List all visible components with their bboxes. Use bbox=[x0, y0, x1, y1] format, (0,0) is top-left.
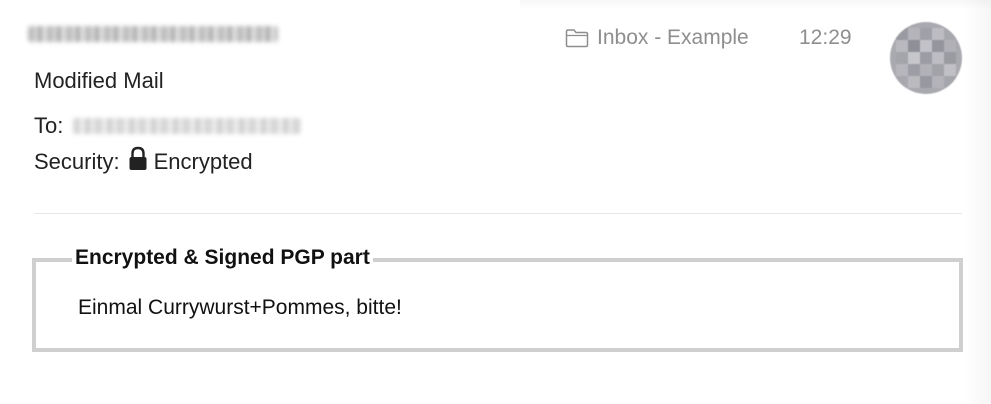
mailbox-name: Inbox - Example bbox=[597, 26, 749, 49]
toolbar-shadow bbox=[520, 0, 991, 10]
received-time: 12:29 bbox=[799, 26, 852, 49]
message-subject: Modified Mail bbox=[34, 68, 164, 93]
pgp-part-legend: Encrypted & Signed PGP part bbox=[72, 246, 373, 270]
to-row: To: bbox=[34, 113, 302, 139]
security-status: Encrypted bbox=[153, 149, 253, 174]
folder-icon bbox=[565, 28, 589, 48]
header-divider bbox=[34, 213, 962, 214]
sender-name-blurred bbox=[28, 26, 278, 42]
security-label: Security: bbox=[34, 149, 120, 174]
recipient-redacted[interactable] bbox=[73, 118, 302, 134]
pane-edge-shadow bbox=[963, 0, 991, 404]
mailbox-indicator[interactable]: Inbox - Example bbox=[565, 26, 749, 50]
avatar[interactable] bbox=[890, 22, 962, 94]
pgp-part-frame: Encrypted & Signed PGP part Einmal Curry… bbox=[32, 246, 963, 352]
lock-icon bbox=[128, 146, 148, 172]
to-label: To: bbox=[34, 113, 64, 138]
sender-redacted[interactable] bbox=[28, 24, 278, 48]
mail-view: Inbox - Example 12:29 Modified Mail To: bbox=[0, 0, 991, 404]
pgp-part-body: Einmal Currywurst+Pommes, bitte! bbox=[78, 296, 402, 319]
security-row: Security: Encrypted bbox=[34, 146, 253, 175]
